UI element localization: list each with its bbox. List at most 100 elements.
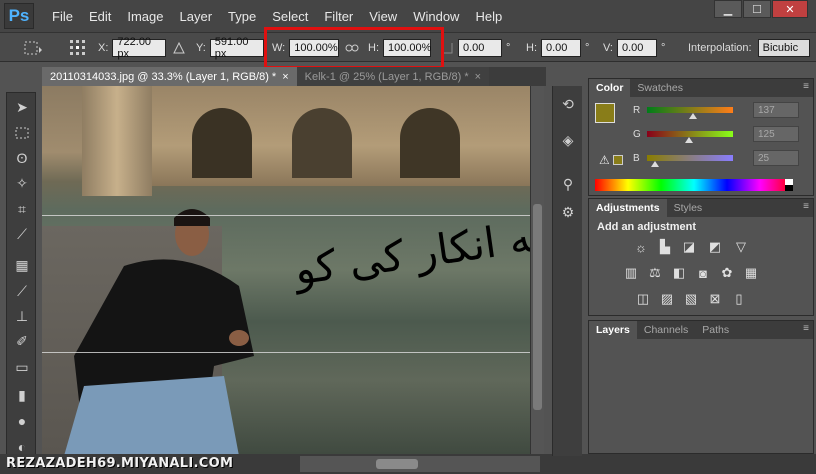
hskew-field[interactable]: 0.00	[541, 39, 581, 57]
horizontal-scroll-thumb[interactable]	[376, 459, 418, 469]
gradient-tool-icon[interactable]: ▮	[12, 385, 32, 405]
eyedropper-tool-icon[interactable]: ⟋	[12, 224, 32, 244]
relative-position-icon[interactable]	[172, 38, 186, 58]
tab-paths[interactable]: Paths	[695, 321, 736, 339]
panel-menu-icon[interactable]: ≡	[803, 201, 809, 212]
blue-value-field[interactable]: 25	[753, 150, 799, 166]
photoshop-logo: Ps	[4, 3, 34, 29]
eraser-tool-icon[interactable]: ▭	[12, 357, 32, 377]
gradient-map-triangle-icon[interactable]: ▽	[733, 239, 749, 255]
clone-source-icon[interactable]: ⚙	[558, 202, 578, 222]
red-channel-row: R 137	[633, 101, 809, 119]
tab-swatches[interactable]: Swatches	[630, 79, 690, 97]
close-icon[interactable]: ×	[282, 71, 288, 83]
y-field[interactable]: 591.00 px	[209, 36, 264, 60]
black-swatch[interactable]	[785, 185, 793, 191]
menu-view[interactable]: View	[361, 9, 405, 24]
healing-brush-tool-icon[interactable]: ▦	[12, 255, 32, 275]
gamut-swatch[interactable]	[613, 155, 623, 165]
document-canvas[interactable]: جرم قشکی است به انکار کی کو	[42, 86, 530, 454]
history-icon[interactable]: ⟲	[558, 94, 578, 114]
photo-filter-icon[interactable]: ◙	[695, 265, 711, 281]
black-white-icon[interactable]: ◧	[671, 265, 687, 281]
color-balance-icon[interactable]: ⚖	[647, 265, 663, 281]
y-label: Y:	[196, 42, 206, 54]
hue-saturation-icon[interactable]: ▥	[623, 265, 639, 281]
blur-tool-icon[interactable]: ●	[12, 411, 32, 431]
marquee-tool-icon[interactable]	[12, 123, 32, 143]
red-value-field[interactable]: 137	[753, 102, 799, 118]
invert-icon[interactable]: ◫	[635, 291, 651, 307]
move-tool-icon[interactable]: ➤	[12, 97, 32, 117]
brightness-contrast-icon[interactable]: ☼	[633, 239, 649, 255]
rotate-field[interactable]: 0.00	[458, 39, 502, 57]
lasso-tool-icon[interactable]: ʘ	[12, 148, 32, 168]
reference-point-icon[interactable]	[68, 38, 88, 58]
menu-help[interactable]: Help	[467, 9, 510, 24]
menu-image[interactable]: Image	[119, 9, 171, 24]
tab-layers[interactable]: Layers	[589, 321, 637, 339]
interpolation-select[interactable]: Bicubic	[757, 39, 810, 57]
brush-tool-icon[interactable]: ⟋	[12, 281, 32, 301]
maximize-button[interactable]: ☐	[743, 0, 771, 18]
transform-tool-icon[interactable]	[22, 38, 44, 58]
blue-slider[interactable]	[647, 155, 733, 167]
exposure-icon[interactable]: ◩	[707, 239, 723, 255]
degree-unit: °	[661, 42, 666, 54]
menu-layer[interactable]: Layer	[172, 9, 221, 24]
panel-menu-icon[interactable]: ≡	[803, 81, 809, 92]
close-button[interactable]: ✕	[772, 0, 808, 18]
blue-slider-thumb[interactable]	[651, 161, 660, 167]
hskew-label: H:	[526, 42, 537, 54]
x-field[interactable]: 722.00 px	[112, 36, 167, 60]
crop-tool-icon[interactable]: ⌗	[12, 199, 32, 219]
menu-edit[interactable]: Edit	[81, 9, 119, 24]
history-brush-tool-icon[interactable]: ✐	[12, 331, 32, 351]
clone-stamp-tool-icon[interactable]: ⊥	[12, 306, 32, 326]
vertical-scroll-thumb[interactable]	[533, 204, 542, 410]
green-channel-row: G 125	[633, 125, 809, 143]
selective-color-icon[interactable]: ⊠	[707, 291, 723, 307]
green-slider-thumb[interactable]	[685, 137, 694, 143]
tab-color[interactable]: Color	[589, 79, 631, 97]
vertical-scrollbar[interactable]	[530, 86, 544, 454]
foreground-color-swatch[interactable]	[595, 103, 615, 123]
curves-icon[interactable]: ◪	[681, 239, 697, 255]
color-spectrum-ramp[interactable]	[595, 179, 793, 191]
channel-mixer-icon[interactable]: ✿	[719, 265, 735, 281]
tab-document-2[interactable]: Kelk-1 @ 25% (Layer 1, RGB/8) * ×	[296, 67, 490, 86]
posterize-icon[interactable]: ▨	[659, 291, 675, 307]
vskew-field[interactable]: 0.00	[617, 39, 657, 57]
tab-document-1[interactable]: 20110314033.jpg @ 33.3% (Layer 1, RGB/8)…	[42, 67, 297, 86]
levels-icon[interactable]: ▙	[657, 239, 673, 255]
pillar-photo	[82, 86, 152, 196]
menu-type[interactable]: Type	[220, 9, 264, 24]
tab-adjustments[interactable]: Adjustments	[589, 199, 667, 217]
red-slider[interactable]	[647, 107, 733, 119]
gradient-map-icon[interactable]: ▯	[731, 291, 747, 307]
layers-panel: Layers Channels Paths ≡	[588, 320, 814, 454]
gamut-warning-icon[interactable]: ⚠	[599, 153, 610, 167]
rotate-icon	[443, 38, 453, 58]
minimize-button[interactable]: ▁	[714, 0, 742, 18]
horizontal-scrollbar[interactable]	[300, 456, 540, 472]
actions-icon[interactable]: ◈	[558, 130, 578, 150]
threshold-icon[interactable]: ▧	[683, 291, 699, 307]
menu-file[interactable]: File	[44, 9, 81, 24]
green-slider[interactable]	[647, 131, 733, 143]
document-tabs: 20110314033.jpg @ 33.3% (Layer 1, RGB/8)…	[42, 67, 546, 86]
menu-filter[interactable]: Filter	[316, 9, 361, 24]
panel-menu-icon[interactable]: ≡	[803, 323, 809, 334]
tab-channels[interactable]: Channels	[637, 321, 695, 339]
menu-window[interactable]: Window	[405, 9, 467, 24]
adjustments-heading: Add an adjustment	[597, 221, 697, 233]
red-slider-thumb[interactable]	[689, 113, 698, 119]
color-lookup-icon[interactable]: ▦	[743, 265, 759, 281]
menu-select[interactable]: Select	[264, 9, 316, 24]
magic-wand-tool-icon[interactable]: ✧	[12, 173, 32, 193]
green-value-field[interactable]: 125	[753, 126, 799, 142]
brush-presets-icon[interactable]: ⚲	[558, 174, 578, 194]
toolbox: ➤ ʘ ✧ ⌗ ⟋ ▦ ⟋ ⊥ ✐ ▭ ▮ ● ◐	[6, 92, 36, 462]
close-icon[interactable]: ×	[475, 71, 481, 83]
tab-styles[interactable]: Styles	[667, 199, 710, 217]
